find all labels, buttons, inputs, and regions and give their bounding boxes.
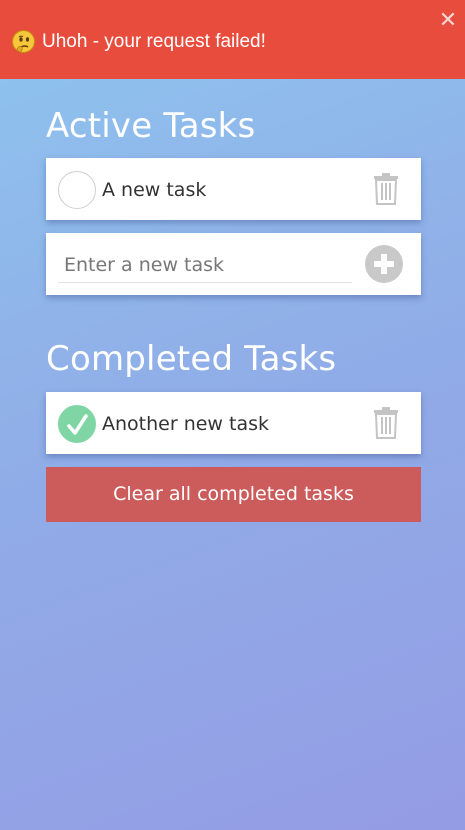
thinking-face-icon bbox=[12, 30, 35, 53]
new-task-input[interactable] bbox=[58, 248, 352, 283]
task-label: Another new task bbox=[102, 413, 270, 435]
error-banner: Uhoh - your request failed! ✕ bbox=[0, 0, 465, 79]
close-icon[interactable]: ✕ bbox=[437, 10, 459, 32]
plus-circle-icon[interactable] bbox=[365, 245, 403, 283]
trash-icon[interactable] bbox=[373, 173, 399, 205]
trash-icon[interactable] bbox=[373, 407, 399, 439]
task-label: A new task bbox=[102, 179, 207, 201]
new-task-card bbox=[46, 233, 421, 295]
checkmark-icon[interactable] bbox=[58, 405, 96, 443]
task-item-completed: Another new task bbox=[46, 392, 421, 454]
completed-tasks-title: Completed Tasks bbox=[46, 339, 337, 379]
task-item-active: A new task bbox=[46, 158, 421, 220]
error-message: Uhoh - your request failed! bbox=[42, 31, 266, 52]
clear-completed-button[interactable]: Clear all completed tasks bbox=[46, 467, 421, 522]
active-tasks-title: Active Tasks bbox=[46, 106, 256, 146]
task-checkbox[interactable] bbox=[58, 171, 96, 209]
